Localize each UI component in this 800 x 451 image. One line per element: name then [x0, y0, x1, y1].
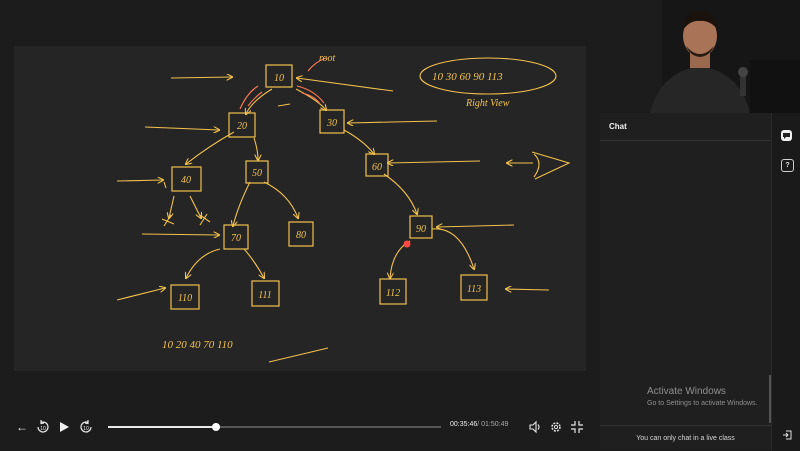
- back-icon[interactable]: ←: [13, 418, 31, 436]
- node-111: 111: [258, 290, 272, 301]
- chat-footer: You can only chat in a live class: [600, 425, 771, 451]
- node-20: 20: [237, 121, 247, 132]
- node-10: 10: [274, 73, 284, 84]
- player-controls: ← 10 10 00:35:46/ 01:50:49: [0, 410, 600, 444]
- rewind-seconds: 10: [40, 426, 46, 432]
- rewind-icon: 10: [37, 420, 49, 433]
- volume-icon: [529, 420, 540, 434]
- rewind-button[interactable]: 10: [34, 418, 52, 436]
- exit-fullscreen-button[interactable]: [568, 418, 586, 436]
- help-tab-button[interactable]: ?: [781, 159, 794, 172]
- side-rail: ?: [771, 113, 800, 450]
- watermark-title: Activate Windows: [647, 386, 726, 397]
- seek-bar[interactable]: [108, 423, 441, 431]
- node-30: 30: [326, 118, 337, 129]
- watermark-subtitle: Go to Settings to activate Windows.: [647, 400, 758, 407]
- node-70: 70: [231, 233, 241, 244]
- question-icon: ?: [785, 162, 790, 169]
- play-button[interactable]: [55, 418, 73, 436]
- minimize-icon: [571, 421, 583, 433]
- node-90: 90: [416, 224, 426, 235]
- cursor-dot: [403, 240, 411, 248]
- activation-watermark: Activate Windows Go to Settings to activ…: [647, 386, 758, 407]
- current-time: 00:35:46: [450, 421, 478, 428]
- divider: [600, 140, 771, 141]
- forward-seconds: 10: [83, 426, 89, 432]
- gear-icon: [551, 422, 561, 432]
- exit-panel-button[interactable]: [781, 429, 792, 440]
- forward-button[interactable]: 10: [77, 418, 95, 436]
- chat-title: Chat: [609, 122, 627, 131]
- node-40: 40: [181, 175, 191, 186]
- chat-tab-button[interactable]: [781, 130, 792, 141]
- instructor-webcam: [600, 0, 800, 113]
- time-display: 00:35:46/ 01:50:49: [450, 421, 508, 428]
- scrollbar[interactable]: [769, 375, 771, 423]
- node-110: 110: [178, 293, 192, 304]
- node-60: 60: [372, 162, 382, 173]
- exit-icon: [782, 430, 791, 439]
- root-label: root: [319, 53, 336, 64]
- node-112: 112: [386, 288, 400, 299]
- video-player[interactable]: 10 20 30 40 50 60 70 80 90 110 111 112 1…: [0, 0, 600, 450]
- seek-progress: [108, 426, 216, 428]
- node-50: 50: [252, 168, 262, 179]
- instructor-video: [600, 0, 800, 113]
- chat-icon: [783, 133, 790, 139]
- right-view-sequence: 10 30 60 90 113: [432, 71, 503, 83]
- play-icon: [60, 422, 69, 432]
- chat-disabled-note: You can only chat in a live class: [636, 435, 735, 442]
- right-view-label: Right View: [465, 98, 510, 109]
- seek-handle[interactable]: [211, 423, 220, 431]
- total-duration: / 01:50:49: [477, 421, 509, 428]
- tree-diagram: 10 20 30 40 50 60 70 80 90 110 111 112 1…: [116, 53, 571, 363]
- node-113: 113: [467, 284, 481, 295]
- forward-icon: 10: [80, 420, 92, 433]
- node-80: 80: [296, 230, 306, 241]
- settings-button[interactable]: [547, 418, 565, 436]
- volume-button[interactable]: [526, 418, 544, 436]
- whiteboard-canvas: 10 20 30 40 50 60 70 80 90 110 111 112 1…: [14, 46, 586, 371]
- bottom-sequence: 10 20 40 70 110: [162, 339, 233, 351]
